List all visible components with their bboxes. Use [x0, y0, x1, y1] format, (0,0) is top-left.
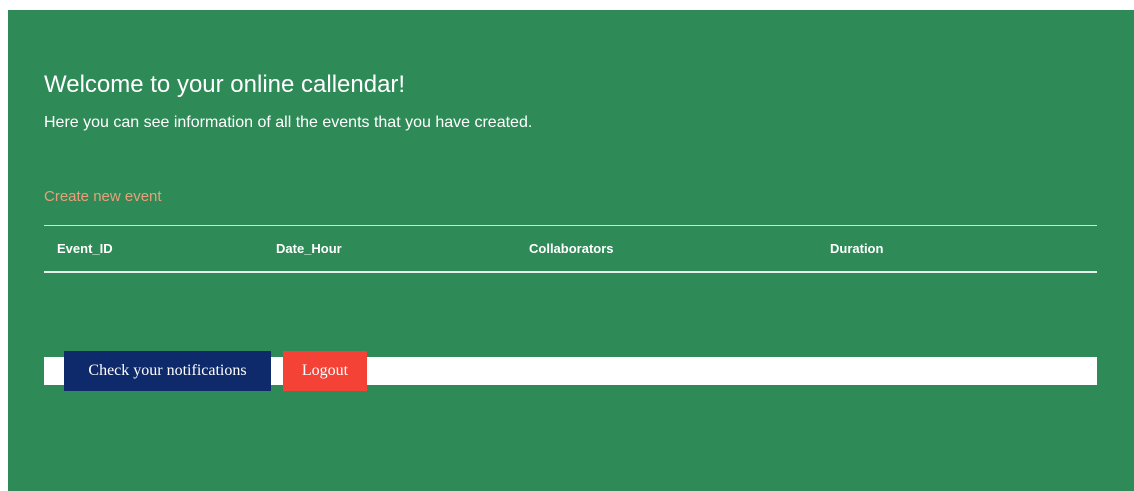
column-header-duration: Duration	[830, 240, 884, 256]
check-notifications-button[interactable]: Check your notifications	[64, 351, 271, 391]
page-title: Welcome to your online callendar!	[44, 71, 406, 98]
main-panel: Welcome to your online callendar! Here y…	[8, 10, 1134, 491]
table-header-row: Event_ID Date_Hour Collaborators Duratio…	[44, 225, 1097, 272]
page-subtitle: Here you can see information of all the …	[44, 114, 533, 131]
column-header-date-hour: Date_Hour	[276, 240, 342, 256]
column-header-event-id: Event_ID	[57, 240, 113, 256]
logout-button[interactable]: Logout	[283, 351, 367, 391]
column-header-collaborators: Collaborators	[529, 240, 614, 256]
events-table: Event_ID Date_Hour Collaborators Duratio…	[44, 225, 1097, 273]
bottom-action-bar: Check your notifications Logout	[44, 351, 1097, 391]
create-new-event-link[interactable]: Create new event	[44, 187, 162, 207]
events-table-header: Event_ID Date_Hour Collaborators Duratio…	[44, 225, 1097, 272]
